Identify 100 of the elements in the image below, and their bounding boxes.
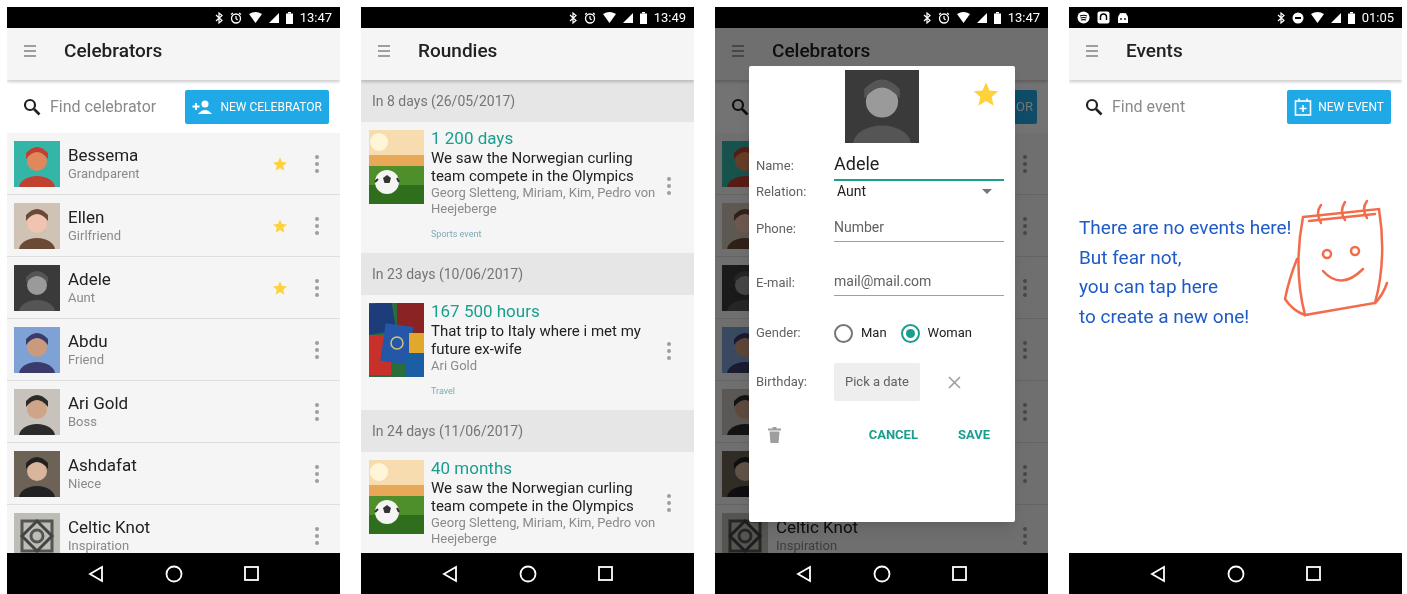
recents-icon[interactable] xyxy=(244,566,260,581)
more-icon[interactable] xyxy=(314,153,320,174)
email-field[interactable]: mail@mail.com xyxy=(834,270,1004,296)
menu-icon[interactable] xyxy=(1086,44,1098,58)
bluetooth-icon xyxy=(922,11,931,24)
menu-icon[interactable] xyxy=(732,44,744,58)
contact-name: Adele xyxy=(68,268,112,290)
back-icon[interactable] xyxy=(87,564,104,583)
radio-button[interactable] xyxy=(900,323,920,343)
more-icon[interactable] xyxy=(1022,525,1028,546)
more-icon[interactable] xyxy=(1022,277,1028,298)
person-add-icon xyxy=(192,99,215,114)
empty-message-line: But fear not, xyxy=(1079,244,1183,271)
time: 13:47 xyxy=(299,11,332,24)
alarm-icon xyxy=(229,11,242,24)
field-label: Phone: xyxy=(756,220,797,239)
phone-field[interactable]: Number xyxy=(834,216,1004,242)
event-count: 167 500 hours xyxy=(431,301,541,322)
menu-icon[interactable] xyxy=(24,44,36,58)
recents-icon[interactable] xyxy=(598,566,614,581)
search-icon[interactable] xyxy=(1085,97,1103,116)
event-people: Ari Gold xyxy=(431,358,479,374)
do-not-disturb-icon xyxy=(1291,11,1304,24)
home-icon[interactable] xyxy=(873,564,891,583)
event-count: 1 200 days xyxy=(431,128,515,149)
group-heading: In 23 days (10/06/2017) xyxy=(361,253,694,295)
search-field[interactable]: Find event xyxy=(1112,94,1279,119)
recents-icon[interactable] xyxy=(1306,566,1322,581)
more-icon[interactable] xyxy=(314,525,320,546)
contact-relation: Girlfriend xyxy=(68,228,123,245)
wifi-icon xyxy=(1310,12,1324,23)
star-icon[interactable] xyxy=(972,80,1000,108)
menu-icon[interactable] xyxy=(378,44,390,58)
screen-title: Celebrators xyxy=(64,37,163,64)
recents-icon[interactable] xyxy=(952,566,968,581)
more-icon[interactable] xyxy=(314,277,320,298)
contact-name: Abdu xyxy=(68,330,109,352)
time: 13:47 xyxy=(1007,11,1040,24)
relation-dropdown[interactable]: Aunt xyxy=(834,181,1004,202)
back-icon[interactable] xyxy=(441,564,458,583)
more-icon[interactable] xyxy=(1022,215,1028,236)
contact-relation: Grandparent xyxy=(68,166,141,183)
more-icon[interactable] xyxy=(1022,401,1028,422)
radio-option[interactable]: Woman xyxy=(900,323,972,343)
home-icon[interactable] xyxy=(1227,564,1245,583)
more-icon[interactable] xyxy=(314,401,320,422)
more-icon[interactable] xyxy=(666,175,672,196)
event-title: We saw the Norwegian curling team compete in the Olympics xyxy=(431,479,635,515)
more-icon[interactable] xyxy=(314,339,320,360)
field-label: Birthday: xyxy=(756,373,808,392)
contact-name: Ashdafat xyxy=(68,454,138,476)
delete-icon[interactable] xyxy=(768,427,781,443)
group-heading: In 24 days (11/06/2017) xyxy=(361,410,694,452)
radio-button[interactable] xyxy=(834,323,853,343)
headphones-icon xyxy=(1097,11,1110,24)
wifi-icon xyxy=(248,12,262,23)
more-icon[interactable] xyxy=(314,463,320,484)
alarm-icon xyxy=(937,11,950,24)
field-label: E-mail: xyxy=(756,274,796,293)
more-icon[interactable] xyxy=(1022,463,1028,484)
more-icon[interactable] xyxy=(1022,339,1028,360)
contact-relation: Boss xyxy=(68,414,98,431)
battery-icon xyxy=(639,11,647,24)
home-icon[interactable] xyxy=(519,564,537,583)
screen-title: Events xyxy=(1126,37,1183,64)
star-icon[interactable] xyxy=(272,279,288,296)
event-people: Georg Sletteng, Miriam, Kim, Pedro von Heejeberge xyxy=(431,515,657,547)
home-icon[interactable] xyxy=(165,564,183,583)
battery-icon xyxy=(1347,11,1355,24)
wifi-icon xyxy=(602,12,616,23)
screen-title: Celebrators xyxy=(772,37,871,64)
star-icon[interactable] xyxy=(272,155,288,172)
name-field[interactable]: Adele xyxy=(834,150,1004,181)
clear-icon[interactable] xyxy=(947,375,961,389)
back-icon[interactable] xyxy=(1149,564,1166,583)
more-icon[interactable] xyxy=(314,215,320,236)
more-icon[interactable] xyxy=(666,340,672,361)
time: 01:05 xyxy=(1361,11,1394,24)
contact-name: Ellen xyxy=(68,206,106,228)
field-label: Name: xyxy=(756,156,795,175)
signal-icon xyxy=(622,12,633,23)
time: 13:49 xyxy=(653,11,686,24)
more-icon[interactable] xyxy=(666,492,672,513)
signal-icon xyxy=(268,12,279,23)
battery-icon xyxy=(285,11,293,24)
search-icon[interactable] xyxy=(23,97,41,116)
signal-icon xyxy=(976,12,987,23)
more-icon[interactable] xyxy=(1022,153,1028,174)
date-picker-button[interactable]: Pick a date xyxy=(834,363,920,401)
dropdown-arrow-icon xyxy=(982,189,992,194)
search-field[interactable]: Find celebrator xyxy=(50,94,177,119)
empty-message-line: to create a new one! xyxy=(1079,303,1251,330)
event-title: That trip to Italy where i met my future ex-wife xyxy=(431,322,642,358)
radio-option[interactable]: Man xyxy=(834,323,887,343)
screen-title: Roundies xyxy=(418,37,498,64)
signal-icon xyxy=(1330,12,1341,23)
back-icon[interactable] xyxy=(795,564,812,583)
star-icon[interactable] xyxy=(272,217,288,234)
calendar-add-icon xyxy=(1294,97,1313,116)
contact-relation: Niece xyxy=(68,476,103,493)
